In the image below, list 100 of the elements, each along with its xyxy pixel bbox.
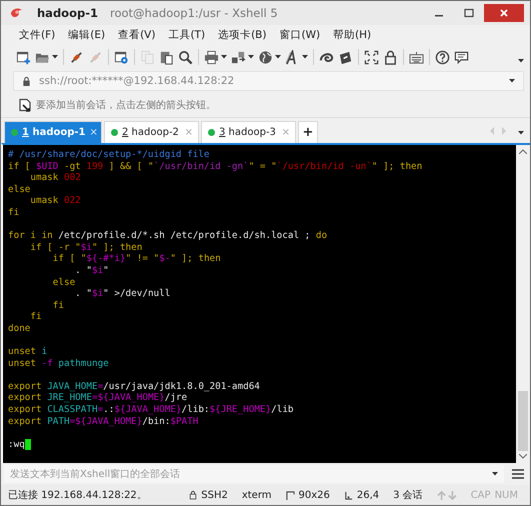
- terminal-text: export: [8, 404, 43, 416]
- terminal-text: $i: [92, 264, 104, 276]
- caret-icon[interactable]: [509, 79, 515, 83]
- terminal-text: else: [8, 184, 30, 195]
- terminal-text: `/usr/bin/id -gn`: [154, 160, 249, 172]
- arrow-page-icon[interactable]: [18, 98, 32, 112]
- terminal-text: 022: [64, 195, 81, 206]
- hint-text: 要添加当前会话，点击左侧的箭头按钮。: [36, 98, 216, 112]
- terminal-text: 002: [64, 172, 81, 184]
- terminal-text: CLASSPATH: [47, 404, 98, 416]
- terminal-text: .:: [103, 404, 114, 416]
- terminal-text: " >/dev/null: [103, 288, 170, 300]
- terminal-text: -f: [42, 358, 53, 369]
- terminal-text: umask: [30, 172, 60, 184]
- terminal-text: =${JAVA_HOME}: [70, 416, 142, 427]
- menu-item[interactable]: 窗口(W): [279, 28, 320, 42]
- session-tab[interactable]: 3 hadoop-3 ×: [201, 121, 296, 143]
- terminal-text: # /usr/share/doc/setup-*/uidgid file: [8, 149, 210, 160]
- terminal-text: fi: [52, 300, 64, 311]
- terminal-text: unset: [8, 358, 37, 369]
- terminal-text: ] && [ ": [108, 160, 154, 172]
- session-tab[interactable]: 1 hadoop-1 ×: [4, 121, 102, 143]
- num-lock-indicator: NUM: [494, 490, 518, 500]
- menu-item[interactable]: 工具(T): [168, 28, 206, 42]
- terminal-text: if [: [8, 160, 31, 172]
- terminal-text: /lib: [271, 404, 294, 416]
- terminal-text: pathmunge: [57, 358, 109, 369]
- terminal-text: JAVA_HOME: [47, 380, 98, 392]
- terminal-text: fi: [8, 206, 20, 218]
- new-tab-button[interactable]: +: [298, 121, 318, 143]
- terminal-text: `/usr/bin/id -un`: [276, 160, 372, 172]
- terminal-text: export: [8, 380, 43, 392]
- terminal-text: umask: [29, 195, 60, 206]
- terminal-text: ${JAVA_HOME}: [114, 404, 182, 416]
- terminal-text: " ]; then: [372, 160, 422, 172]
- menu-item[interactable]: 查看(V): [118, 28, 156, 42]
- caps-lock-indicator: CAP: [470, 490, 491, 500]
- connection-status: 已连接 192.168.44.128:22。: [8, 488, 147, 502]
- terminal-text: ${-#*i}: [86, 253, 126, 264]
- terminal-text: -gt: [62, 160, 82, 172]
- terminal-text: $-: [159, 253, 170, 264]
- tab-list-caret-icon[interactable]: [518, 131, 524, 135]
- font-icon[interactable]: [284, 47, 309, 67]
- menu-icon[interactable]: [512, 469, 524, 479]
- scrollbar-thumb[interactable]: [518, 391, 528, 451]
- terminal-text: $PATH: [170, 416, 198, 427]
- session-tab[interactable]: 2 hadoop-2 ×: [104, 121, 199, 143]
- terminal-type: xterm: [242, 490, 272, 500]
- caret-icon[interactable]: [492, 472, 498, 476]
- terminal-text: /lib:: [182, 404, 210, 416]
- terminal-text: if [ -r ": [29, 242, 81, 253]
- tab-label: 1 hadoop-1: [22, 127, 86, 138]
- terminal-text: . ": [75, 264, 92, 276]
- terminal-text: =: [98, 404, 104, 416]
- terminal-size: 90x26: [298, 490, 330, 500]
- lock-icon: [22, 76, 31, 86]
- terminal-text: " = ": [248, 160, 277, 172]
- terminal-text: :wq: [8, 438, 25, 450]
- cursor-position-icon: [344, 490, 353, 500]
- terminal-text: done: [8, 322, 30, 334]
- terminal-text: =: [98, 380, 104, 392]
- menu-item[interactable]: 文件(F): [19, 28, 56, 42]
- terminal-text: else: [52, 276, 76, 288]
- resize-icon: [286, 490, 295, 500]
- lock-icon: [189, 490, 198, 500]
- overflow-caret-icon[interactable]: [518, 59, 524, 63]
- terminal-text: /bin:: [142, 416, 170, 427]
- terminal-text: do: [314, 230, 328, 242]
- scroll-up-icon[interactable]: [519, 149, 527, 154]
- terminal-text: fi: [30, 311, 42, 322]
- terminal-text: for i in: [8, 230, 54, 242]
- terminal-text: i: [42, 346, 48, 358]
- terminal-text: " != ": [126, 253, 160, 264]
- terminal-text: /usr/java/jdk1.8.0_201-amd64: [103, 380, 260, 392]
- tab-label: 2 hadoop-2: [122, 127, 179, 138]
- menu-item[interactable]: 编辑(E): [68, 28, 106, 42]
- terminal-text: unset: [8, 346, 37, 358]
- terminal-text: " ]; then: [92, 242, 142, 253]
- cursor-position: 26,4: [356, 490, 380, 500]
- session-count: 3 会话: [393, 488, 423, 502]
- menu-item[interactable]: 帮助(H): [333, 28, 372, 42]
- window-title: hadoop-1: [37, 6, 98, 20]
- terminal-text: if [ ": [52, 253, 86, 264]
- terminal-text: $UID: [36, 160, 58, 172]
- terminal-text: $i: [92, 288, 104, 300]
- terminal-text: PATH: [47, 416, 70, 427]
- scrollbar[interactable]: [516, 145, 530, 463]
- protocol-label: SSH2: [201, 490, 228, 500]
- terminal-text: $i: [80, 242, 92, 253]
- terminal-text: =${JAVA_HOME}: [92, 392, 165, 404]
- terminal-text: . ": [74, 288, 92, 300]
- close-icon[interactable]: [484, 4, 524, 22]
- terminal-text: /etc/profile.d/*.sh /etc/profile.d/sh.local ;: [58, 230, 310, 242]
- terminal-text: ": [103, 264, 109, 276]
- terminal-text: export: [8, 392, 43, 404]
- terminal-text: ${JRE_HOME}: [210, 404, 272, 416]
- scroll-down-icon[interactable]: [519, 454, 527, 459]
- tab-label: 3 hadoop-3: [219, 127, 276, 138]
- menu-item[interactable]: 选项卡(B): [218, 28, 266, 42]
- terminal-text: /jre: [164, 392, 188, 404]
